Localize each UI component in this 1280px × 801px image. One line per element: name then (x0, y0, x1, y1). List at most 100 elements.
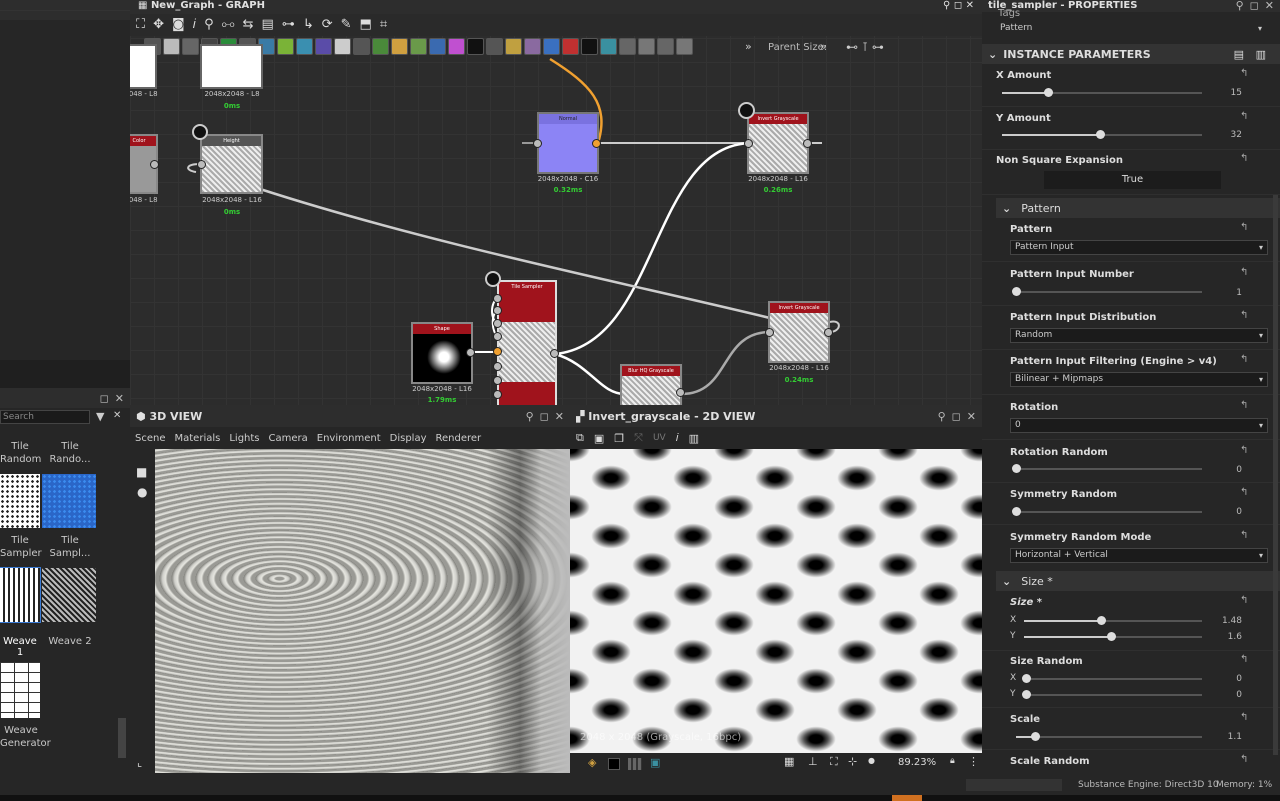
y-amount-slider[interactable] (1002, 130, 1202, 139)
output-port[interactable] (466, 348, 475, 357)
zoom-icon[interactable]: ● (868, 756, 875, 765)
grid-icon[interactable]: ▦ (784, 755, 794, 768)
filter-icon[interactable]: ▼ (96, 410, 104, 423)
menu-display[interactable]: Display (390, 433, 427, 444)
reset-icon[interactable]: ↰ (1240, 310, 1248, 321)
pattern-section-header[interactable]: ⌄ Pattern (996, 198, 1280, 218)
size-x-slider[interactable] (1024, 616, 1202, 625)
reset-icon[interactable]: ↰ (1240, 754, 1248, 765)
library-item[interactable]: Weave 1 (0, 636, 40, 658)
x-amount-value[interactable]: 15 (1212, 88, 1242, 98)
rotation-random-value[interactable]: 0 (1212, 465, 1242, 475)
preset-icon[interactable]: ▤ (1234, 48, 1244, 61)
lock-icon[interactable]: 🔒︎ (950, 756, 955, 766)
pin-icon[interactable] (192, 124, 208, 140)
properties-scrollbar[interactable] (1273, 195, 1278, 755)
reset-icon[interactable]: ↰ (1240, 153, 1248, 164)
node-normal[interactable]: Normal (537, 112, 599, 174)
input-port[interactable] (533, 139, 542, 148)
library-item[interactable]: Weave Generator (0, 724, 51, 754)
reset-icon[interactable]: ↰ (1240, 530, 1248, 541)
close-icon[interactable]: ✕ (115, 392, 124, 405)
uv-dropdown[interactable]: UV (653, 433, 666, 443)
node-invert-grayscale-2[interactable]: Invert Grayscale (768, 301, 830, 363)
maximize-icon[interactable]: ◻ (100, 392, 109, 405)
center-icon[interactable]: ⊹ (848, 755, 857, 768)
axis-icon[interactable]: ⊥ (808, 755, 818, 768)
graph-canvas[interactable]: ⛶✥◙𝑖⚲⧟⇆▤⊶↳⟳✎⬒⌗ » Parent Size: » ⊷ ⊺ ⊶ 20… (130, 14, 982, 405)
input-port[interactable] (493, 306, 502, 315)
library-item[interactable]: Tile Rando... (42, 428, 98, 468)
pattern-input-number-slider[interactable] (1012, 287, 1202, 296)
engine-status[interactable]: Substance Engine: Direct3D 10 (1078, 780, 1219, 790)
library-item[interactable]: Tile Random (0, 428, 41, 468)
reset-icon[interactable]: ↰ (1240, 487, 1248, 498)
reset-icon[interactable]: ↰ (1240, 400, 1248, 411)
non-square-expansion-button[interactable]: True (1044, 171, 1221, 189)
node-white[interactable] (200, 44, 263, 89)
close-icon[interactable]: ✕ (966, 0, 974, 11)
input-port[interactable] (493, 362, 502, 371)
output-port[interactable] (803, 139, 812, 148)
node-tile-sampler[interactable]: Tile Sampler (497, 280, 557, 405)
size-y-value[interactable]: 1.6 (1212, 632, 1242, 642)
menu-camera[interactable]: Camera (269, 433, 308, 444)
pattern-input-number-value[interactable]: 1 (1212, 288, 1242, 298)
background-icon[interactable]: ▣ (650, 756, 660, 769)
instance-parameters-header[interactable]: ⌄ INSTANCE PARAMETERS ▤ ▥ (982, 44, 1280, 64)
reset-icon[interactable]: ↰ (1240, 68, 1248, 79)
info-icon[interactable]: 𝑖 (676, 431, 679, 445)
menu-lights[interactable]: Lights (229, 433, 259, 444)
light-icon[interactable]: ● (137, 485, 155, 499)
maximize-icon[interactable]: ◻ (540, 410, 549, 423)
zoom-level[interactable]: 89.23% (898, 757, 936, 768)
node-height[interactable]: Height (200, 134, 263, 194)
output-port[interactable] (550, 349, 559, 358)
more-icon[interactable]: ⋮ (968, 755, 979, 768)
video-camera-icon[interactable]: ■ (136, 465, 155, 479)
channels-icon[interactable] (628, 758, 642, 770)
output-port[interactable] (676, 388, 685, 397)
pattern-input-distribution-dropdown[interactable]: Random (1010, 328, 1268, 343)
reset-icon[interactable]: ↰ (1240, 595, 1248, 606)
pin-icon[interactable]: ⚲ (526, 410, 534, 423)
reset-icon[interactable]: ↰ (1240, 712, 1248, 723)
clear-icon[interactable]: ✕ (113, 410, 121, 421)
pin-icon[interactable]: ⚲ (1236, 0, 1244, 12)
maximize-icon[interactable]: ◻ (954, 0, 962, 11)
reset-icon[interactable]: ↰ (1240, 222, 1248, 233)
close-icon[interactable]: ✕ (555, 410, 564, 423)
layers-icon[interactable]: ◈ (588, 756, 596, 769)
output-port[interactable] (592, 139, 601, 148)
pin-icon[interactable]: ⚲ (938, 410, 946, 423)
library-thumb-tile-sampler-color[interactable] (42, 474, 96, 528)
y-amount-value[interactable]: 32 (1212, 130, 1242, 140)
tiling-icon[interactable]: ⤧ (634, 431, 643, 445)
symmetry-random-slider[interactable] (1012, 507, 1202, 516)
reset-icon[interactable]: ↰ (1240, 654, 1248, 665)
input-port[interactable] (493, 347, 502, 356)
menu-scene[interactable]: Scene (135, 433, 166, 444)
size-section-header[interactable]: ⌄ Size * (996, 571, 1280, 591)
library-scrollbar[interactable] (118, 718, 126, 758)
node-blur-hq-grayscale[interactable]: Blur HQ Grayscale (620, 364, 682, 405)
3d-viewport[interactable] (155, 449, 570, 773)
preset-menu-icon[interactable]: ▥ (1256, 48, 1266, 61)
size-random-y-slider[interactable] (1022, 690, 1202, 699)
library-search-input[interactable]: Search (0, 410, 90, 424)
scale-slider[interactable] (1016, 732, 1202, 741)
rotation-dropdown[interactable]: 0 (1010, 418, 1268, 433)
reset-icon[interactable]: ↰ (1240, 111, 1248, 122)
library-item[interactable]: Weave 2 (42, 636, 98, 652)
scale-value[interactable]: 1.1 (1212, 732, 1242, 742)
symmetry-random-mode-dropdown[interactable]: Horizontal + Vertical (1010, 548, 1268, 563)
input-port[interactable] (493, 332, 502, 341)
reset-icon[interactable]: ↰ (1240, 445, 1248, 456)
input-port[interactable] (493, 376, 502, 385)
output-port[interactable] (150, 160, 159, 169)
library-item[interactable]: Tile Sampler (0, 534, 42, 564)
axis-icon[interactable]: ⌞ (137, 756, 142, 769)
reset-icon[interactable]: ↰ (1240, 267, 1248, 278)
pattern-dropdown[interactable]: Pattern Input (1010, 240, 1268, 255)
input-port[interactable] (197, 160, 206, 169)
